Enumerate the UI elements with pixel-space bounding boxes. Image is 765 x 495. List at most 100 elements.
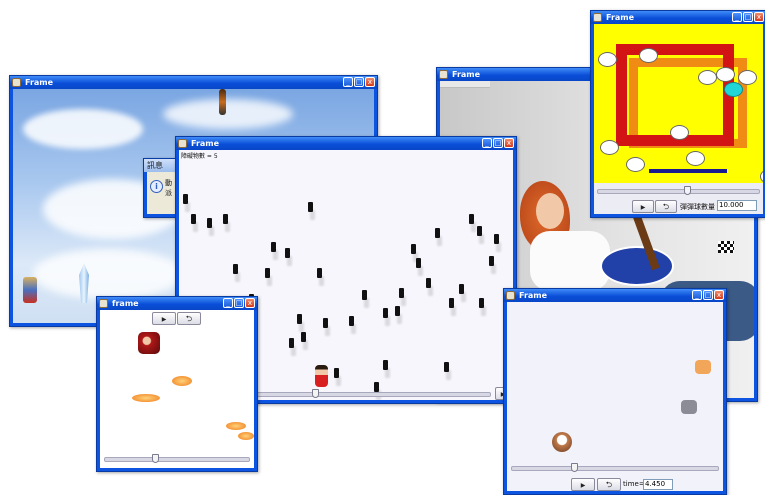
obstacle-pillar [426,278,431,288]
maximize-icon[interactable]: □ [743,12,753,22]
java-icon [99,299,108,308]
java-icon [12,78,21,87]
owl-sprite [552,432,572,452]
cats-slider-thumb[interactable] [570,463,578,472]
guitar-body [600,246,674,286]
obstacle-pillar [265,268,270,278]
cyan-ball [724,82,743,97]
cats-titlebar[interactable]: Frame _ □ x [504,289,726,302]
obstacle-pillar [449,298,454,308]
cloud [23,109,143,149]
obstacle-pillar [362,290,367,300]
fire-reset-button[interactable]: ⮌ [177,312,201,325]
time-label: time= [623,480,645,488]
main-window-title: Frame [191,139,220,148]
maximize-icon[interactable]: □ [354,77,364,87]
java-icon [178,139,187,148]
obstacle-pillar [223,214,228,224]
java-icon [506,291,515,300]
obstacle-pillar [416,258,421,268]
fire-titlebar[interactable]: frame _ □ x [97,297,257,310]
progress-strip [440,81,490,88]
obstacle-pillar [459,284,464,294]
yellow-controls: ▶ ⮌ 彈彈球數量 10.000 [594,183,763,214]
close-icon[interactable]: x [714,290,724,300]
close-icon[interactable]: x [245,298,255,308]
play-icon: ▶ [580,482,586,489]
bouncing-ball [598,52,617,67]
info-icon: i [150,180,163,193]
yellow-slider-thumb[interactable] [683,186,691,195]
obstacle-pillar [289,338,294,348]
main-titlebar[interactable]: Frame _ □ x [176,137,516,150]
fireball [172,376,192,386]
java-icon [593,13,602,22]
yellow-slider[interactable] [597,186,760,195]
yellow-play-button[interactable]: ▶ [632,200,654,213]
cats-slider[interactable] [511,463,719,472]
maximize-icon[interactable]: □ [703,290,713,300]
gray-cat-sprite [681,400,697,414]
bouncing-ball [600,140,619,155]
obstacle-pillar [233,264,238,274]
obstacle-pillar [494,234,499,244]
java-icon [439,70,448,79]
sky-titlebar[interactable]: Frame _ □ x [10,76,377,89]
close-icon[interactable]: x [365,77,375,87]
maximize-icon[interactable]: □ [493,138,503,148]
play-icon: ▶ [640,204,646,211]
obstacle-pillar [477,226,482,236]
obstacle-pillar [399,288,404,298]
obstacle-pillar [411,244,416,254]
bouncing-ball [686,151,705,166]
obstacle-pillar [479,298,484,308]
minimize-icon[interactable]: _ [223,298,233,308]
dialog-title: 訊息 [147,161,163,170]
minimize-icon[interactable]: _ [692,290,702,300]
main-slider[interactable] [255,389,491,398]
bouncing-ball [738,70,757,85]
yellow-window-title: Frame [606,13,635,22]
maximize-icon[interactable]: □ [234,298,244,308]
dialog-text-2: 派 [165,189,172,197]
ball-count-field[interactable]: 10.000 [717,200,757,211]
fireball [226,422,246,430]
woman-shirt [530,231,610,291]
minimize-icon[interactable]: _ [482,138,492,148]
close-icon[interactable]: x [754,12,764,22]
orange-cat-sprite [695,360,711,374]
yellow-reset-button[interactable]: ⮌ [655,200,677,213]
dialog-text-1: 動 [165,179,172,187]
obstacle-pillar [183,194,188,204]
ball-count-label: 彈彈球數量 [680,203,715,211]
obstacle-pillar [191,214,196,224]
fire-play-button[interactable]: ▶ [152,312,176,325]
obstacle-pillar [297,314,302,324]
cats-play-button[interactable]: ▶ [571,478,595,491]
reset-icon: ⮌ [605,480,613,489]
cloud [33,249,183,299]
bouncing-ball [760,169,763,183]
bouncing-ball [670,125,689,140]
minimize-icon[interactable]: _ [343,77,353,87]
cats-window-title: Frame [519,291,548,300]
blue-bar [649,169,727,173]
bouncing-ball [626,157,645,172]
bouncing-ball [716,67,735,82]
close-icon[interactable]: x [504,138,514,148]
player-character [315,365,328,387]
obstacle-pillar [207,218,212,228]
minimize-icon[interactable]: _ [732,12,742,22]
fire-slider-thumb[interactable] [152,454,160,463]
main-slider-thumb[interactable] [311,389,319,398]
cats-reset-button[interactable]: ⮌ [597,478,621,491]
obstacle-pillar [469,214,474,224]
yellow-titlebar[interactable]: Frame _ □ x [591,11,765,24]
cats-window: Frame _ □ x ▶ ⮌ time= 4.450 [503,288,727,495]
obstacle-pillar [489,256,494,266]
checkered-flag-icon [718,241,734,253]
obstacle-pillar [301,332,306,342]
bouncing-ball [698,70,717,85]
fire-slider[interactable] [104,454,250,463]
time-field[interactable]: 4.450 [643,479,673,490]
